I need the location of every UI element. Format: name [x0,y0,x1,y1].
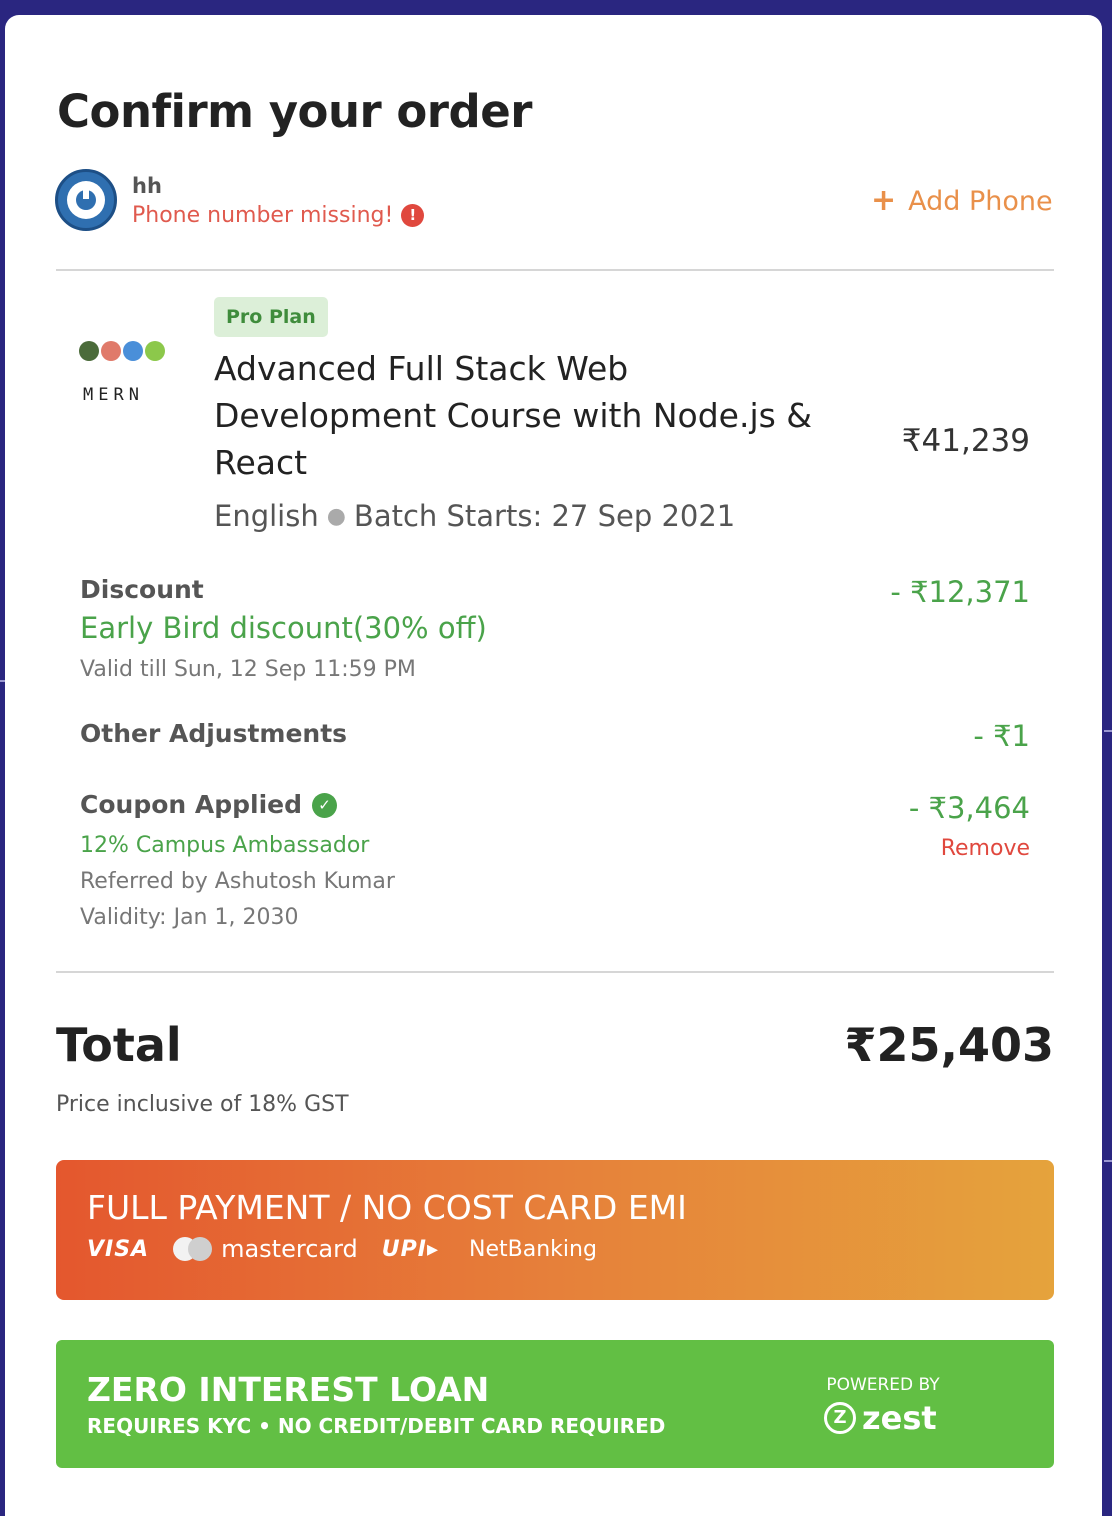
mern-stack-icon: MERN [79,341,179,411]
payment-methods: VISA mastercard UPI▸ NetBanking [87,1234,597,1264]
course-title: Advanced Full Stack Web Development Cour… [214,349,813,482]
add-phone-label: Add Phone [908,186,1053,217]
coupon-label: Coupon Applied [80,790,303,819]
adjustments-label: Other Adjustments [80,719,348,748]
phone-missing-text: Phone number missing! [132,203,394,228]
full-payment-title: FULL PAYMENT / NO COST CARD EMI [87,1188,687,1227]
coupon-label-row: Coupon Applied ✓ [80,790,338,819]
batch-date: 27 Sep 2021 [551,499,736,533]
zest-mark-icon: Z [824,1402,856,1434]
coupon-validity: Validity: Jan 1, 2030 [80,905,299,930]
loan-title: ZERO INTEREST LOAN [87,1370,490,1409]
coupon-referred-by: Referred by Ashutosh Kumar [80,869,395,894]
order-card: Confirm your order hh Phone number missi… [5,15,1102,1516]
background-decoration [1104,730,1112,732]
zero-interest-loan-button[interactable]: ZERO INTEREST LOAN REQUIRES KYC • NO CRE… [56,1340,1054,1468]
phone-missing-warning: Phone number missing!! [132,203,425,228]
separator-dot: ● [326,504,346,529]
gst-note: Price inclusive of 18% GST [56,1092,349,1117]
upi-logo-icon: UPI▸ [381,1236,440,1262]
mastercard-logo-icon: mastercard [173,1235,358,1263]
plan-badge: Pro Plan [214,297,328,337]
loan-subtitle: REQUIRES KYC • NO CREDIT/DEBIT CARD REQU… [87,1414,666,1438]
add-phone-button[interactable]: + Add Phone [871,183,1053,218]
course-language: English [214,499,319,533]
remove-coupon-button[interactable]: Remove [941,836,1030,861]
upi-label: UPI [381,1236,427,1262]
zest-wordmark: zest [862,1399,937,1437]
batch-label: Batch Starts: [353,499,543,533]
divider [56,971,1054,973]
zest-logo-icon: Z zest [824,1398,944,1438]
full-payment-button[interactable]: FULL PAYMENT / NO COST CARD EMI VISA mas… [56,1160,1054,1300]
check-circle-icon: ✓ [312,793,338,818]
total-value: ₹25,403 [844,1018,1054,1072]
avatar [55,169,117,231]
netbanking-label: NetBanking [469,1236,597,1262]
discount-name: Early Bird discount(30% off) [80,611,487,645]
page-title: Confirm your order [57,85,532,138]
total-label: Total [56,1018,182,1072]
discount-validity: Valid till Sun, 12 Sep 11:59 PM [80,657,416,682]
power-avatar-icon [67,181,105,219]
background-decoration [1104,1160,1112,1162]
adjustments-amount: - ₹1 [973,719,1030,753]
powered-by-label: POWERED BY [826,1375,940,1395]
exclamation-circle-icon: ! [401,204,425,227]
coupon-name: 12% Campus Ambassador [80,833,370,858]
discount-label: Discount [80,575,204,604]
course-meta: English ● Batch Starts: 27 Sep 2021 [214,499,735,533]
visa-logo-icon: VISA [87,1236,150,1262]
coupon-amount: - ₹3,464 [908,791,1030,825]
discount-amount: - ₹12,371 [890,575,1030,609]
divider [56,269,1054,271]
course-logo-text: MERN [83,385,144,405]
mastercard-label: mastercard [221,1235,358,1263]
user-name: hh [132,174,162,198]
course-price: ₹41,239 [901,423,1030,459]
plus-icon: + [871,183,897,218]
